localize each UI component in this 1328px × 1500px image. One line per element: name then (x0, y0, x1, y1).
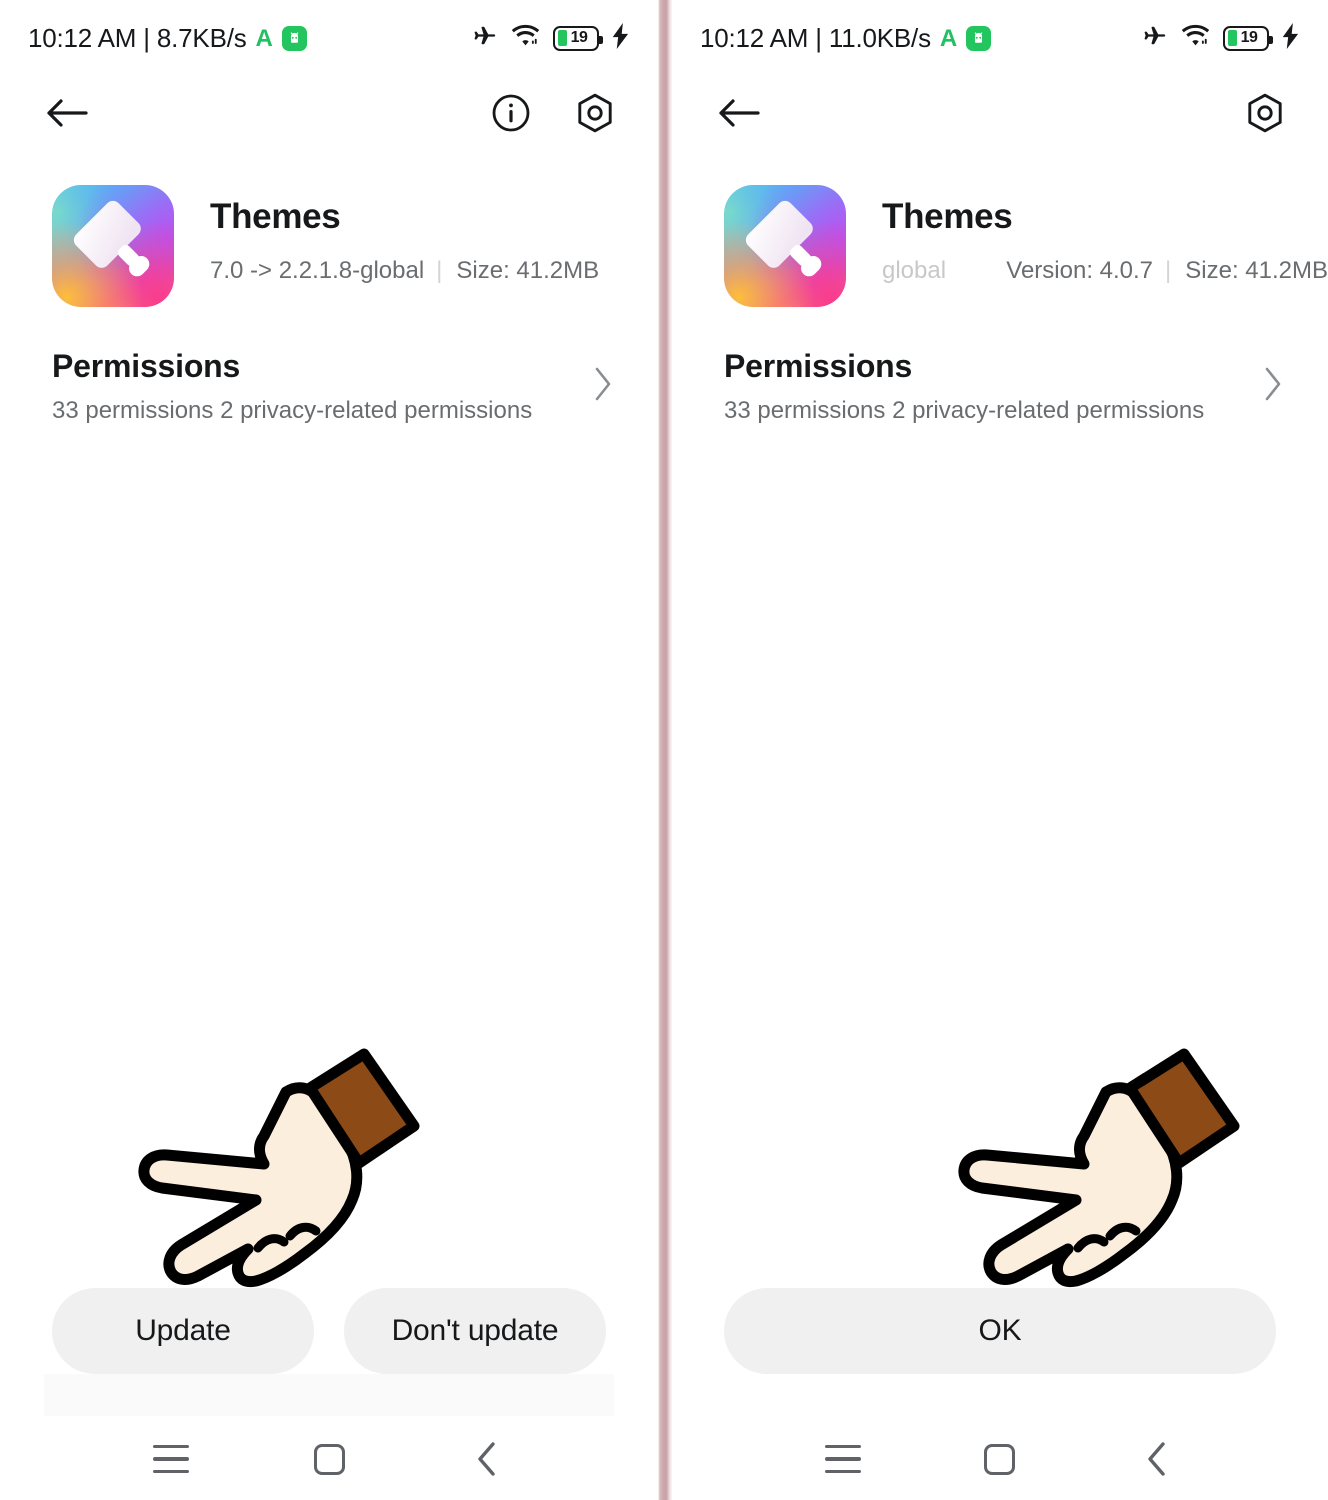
android-robot-icon (281, 25, 307, 51)
wifi-icon (511, 24, 540, 53)
app-name: Themes (210, 197, 341, 236)
app-size-text: Size: 41.2MB (456, 257, 600, 285)
android-robot-icon (966, 25, 992, 51)
pointing-hand-cursor (928, 1040, 1240, 1290)
left-screen: 10:12 AM | 8.7KB/s A 19 Themes 7.0 -> 2.… (0, 0, 658, 1500)
screenshot-stage: 10:12 AM | 8.7KB/s A 19 Themes 7.0 -> 2.… (0, 0, 1328, 1500)
home-square-icon[interactable] (292, 1431, 366, 1487)
permissions-subtitle: 33 permissions 2 privacy-related permiss… (52, 397, 533, 424)
status-bar-right: 19 (471, 22, 630, 54)
info-circle-icon[interactable] (488, 90, 534, 136)
button-bar-shade (44, 1374, 614, 1416)
app-name: Themes (882, 197, 1013, 236)
android-nav-bar (672, 1418, 1328, 1500)
permissions-row[interactable]: Permissions 33 permissions 2 privacy-rel… (672, 348, 1328, 425)
home-square-icon[interactable] (963, 1431, 1037, 1487)
app-version-line: global Version: 4.0.7 | Size: 41.2MB (882, 257, 1328, 285)
app-header: Themes 7.0 -> 2.2.1.8-global | Size: 41.… (0, 185, 658, 307)
permissions-subtitle: 33 permissions 2 privacy-related permiss… (724, 397, 1205, 424)
panel-divider (658, 0, 672, 1500)
wifi-icon (1181, 24, 1210, 53)
status-bar-left: 10:12 AM | 8.7KB/s A (28, 23, 307, 54)
airplane-mode-icon (471, 22, 498, 54)
app-header: Themes global Version: 4.0.7 | Size: 41.… (672, 185, 1328, 307)
permissions-title: Permissions (52, 348, 241, 384)
themes-app-icon (724, 185, 846, 307)
battery-icon: 19 (1223, 25, 1273, 51)
charging-bolt-icon (1282, 22, 1300, 54)
themes-app-icon (52, 185, 174, 307)
app-bar-actions (488, 90, 618, 136)
chevron-right-icon (1246, 365, 1284, 408)
app-version-line: 7.0 -> 2.2.1.8-global | Size: 41.2MB (210, 257, 658, 285)
right-screen: 10:12 AM | 11.0KB/s A 19 Themes global V… (672, 0, 1328, 1500)
app-bar (672, 80, 1328, 146)
app-version-fading-text: global (882, 257, 947, 285)
alipay-a-icon: A (939, 25, 958, 52)
chevron-right-icon (576, 365, 614, 408)
back-arrow-icon[interactable] (716, 90, 762, 136)
recents-menu-icon[interactable] (806, 1431, 880, 1487)
action-button-bar: Update Don't update (0, 1288, 658, 1374)
status-time-and-speed: 10:12 AM | 8.7KB/s (28, 22, 247, 53)
charging-bolt-icon (612, 22, 630, 54)
app-meta: Themes 7.0 -> 2.2.1.8-global | Size: 41.… (174, 185, 658, 285)
meta-separator: | (1165, 257, 1172, 285)
dont-update-button[interactable]: Don't update (344, 1288, 606, 1374)
nav-back-chevron-icon[interactable] (450, 1431, 524, 1487)
meta-separator: | (436, 257, 443, 285)
permissions-text: Permissions 33 permissions 2 privacy-rel… (724, 348, 1246, 425)
app-bar (0, 80, 658, 146)
permissions-row[interactable]: Permissions 33 permissions 2 privacy-rel… (0, 348, 658, 425)
settings-hexagon-icon[interactable] (572, 90, 618, 136)
back-arrow-icon[interactable] (44, 90, 90, 136)
pointing-hand-cursor (108, 1040, 420, 1290)
status-time-and-speed: 10:12 AM | 11.0KB/s (700, 22, 931, 53)
settings-hexagon-icon[interactable] (1242, 90, 1288, 136)
android-nav-bar (0, 1418, 658, 1500)
permissions-title: Permissions (724, 348, 913, 384)
battery-percent: 19 (1240, 29, 1258, 46)
airplane-mode-icon (1141, 22, 1168, 54)
app-meta: Themes global Version: 4.0.7 | Size: 41.… (846, 185, 1328, 285)
action-button-bar: OK (672, 1288, 1328, 1374)
update-button[interactable]: Update (52, 1288, 314, 1374)
permissions-text: Permissions 33 permissions 2 privacy-rel… (52, 348, 576, 425)
status-bar-left: 10:12 AM | 11.0KB/s A (700, 22, 992, 54)
app-size-text: Size: 41.2MB (1185, 257, 1328, 285)
status-bar-right: 19 (1141, 22, 1300, 54)
battery-percent: 19 (570, 29, 588, 46)
battery-icon: 19 (553, 25, 603, 51)
ok-button[interactable]: OK (724, 1288, 1276, 1374)
alipay-a-icon: A (255, 25, 273, 52)
app-bar-actions (1242, 90, 1288, 136)
status-bar: 10:12 AM | 8.7KB/s A 19 (0, 0, 658, 76)
recents-menu-icon[interactable] (134, 1431, 208, 1487)
nav-back-chevron-icon[interactable] (1120, 1431, 1194, 1487)
app-version-text: Version: 4.0.7 (1006, 257, 1154, 285)
status-bar: 10:12 AM | 11.0KB/s A 19 (672, 0, 1328, 76)
app-version-text: 7.0 -> 2.2.1.8-global (210, 257, 425, 285)
